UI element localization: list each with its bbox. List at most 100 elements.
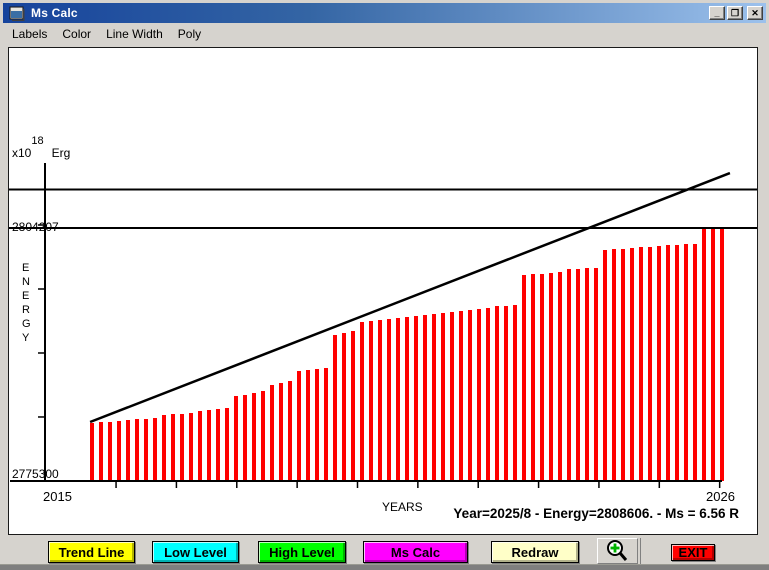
energy-bar: [405, 317, 409, 481]
energy-bar: [441, 313, 445, 481]
title-bar[interactable]: Ms Calc _ ❐ ✕: [3, 3, 766, 23]
energy-bar: [720, 228, 724, 481]
y-unit-erg: Erg: [51, 146, 71, 160]
energy-bar: [477, 309, 481, 481]
maximize-button[interactable]: ❐: [727, 6, 743, 20]
energy-bar: [585, 268, 589, 481]
energy-bar: [513, 305, 517, 481]
menu-item-labels[interactable]: Labels: [12, 27, 47, 41]
energy-bar: [351, 331, 355, 481]
energy-bar: [216, 409, 220, 481]
minimize-button[interactable]: _: [709, 6, 725, 20]
energy-bar: [657, 246, 661, 481]
menu-item-color[interactable]: Color: [62, 27, 91, 41]
energy-bar: [621, 249, 625, 481]
x-axis-title: YEARS: [382, 500, 423, 514]
energy-bar: [126, 420, 130, 481]
energy-bar: [243, 395, 247, 481]
energy-bar: [648, 247, 652, 481]
energy-bar: [504, 306, 508, 481]
energy-bar: [549, 273, 553, 481]
y-axis-min-label: 2775300: [12, 467, 59, 481]
energy-bar: [468, 310, 472, 481]
energy-bar: [531, 274, 535, 481]
energy-bar: [495, 306, 499, 481]
energy-bar: [162, 415, 166, 481]
energy-bar: [576, 269, 580, 481]
energy-bar: [639, 247, 643, 481]
energy-bar: [261, 391, 265, 481]
energy-bar: [153, 418, 157, 481]
trend-line-button[interactable]: Trend Line: [48, 541, 135, 563]
energy-bar: [270, 385, 274, 481]
y-unit-exponent: 18: [31, 135, 44, 147]
energy-bar: [387, 319, 391, 481]
energy-bar: [171, 414, 175, 481]
energy-bar: [369, 321, 373, 481]
energy-bar: [225, 408, 229, 481]
energy-bar: [378, 320, 382, 481]
energy-bar: [432, 314, 436, 481]
status-readout: Year=2025/8 - Energy=2808606. - Ms = 6.5…: [453, 506, 739, 521]
energy-bar: [612, 249, 616, 481]
energy-bar: [99, 422, 103, 481]
menu-bar: Labels Color Line Width Poly: [3, 24, 766, 44]
energy-bar: [567, 269, 571, 481]
energy-bar: [459, 311, 463, 481]
energy-bar: [252, 393, 256, 481]
energy-bar: [207, 410, 211, 481]
close-button[interactable]: ✕: [747, 6, 763, 20]
magnifier-plus-icon: [606, 540, 627, 561]
toolbar-divider: [640, 538, 641, 564]
energy-bar: [180, 414, 184, 481]
low-level-button[interactable]: Low Level: [152, 541, 239, 563]
exit-button[interactable]: EXIT: [671, 544, 715, 561]
energy-bar-chart: [9, 163, 757, 488]
energy-bar: [189, 413, 193, 481]
zoom-button[interactable]: [597, 538, 638, 564]
energy-bar: [315, 369, 319, 481]
menu-item-line-width[interactable]: Line Width: [106, 27, 163, 41]
energy-bar: [297, 371, 301, 481]
energy-bar: [594, 268, 598, 481]
window-title: Ms Calc: [31, 6, 78, 20]
energy-bar: [522, 275, 526, 481]
energy-bar: [279, 383, 283, 481]
energy-bar: [675, 245, 679, 481]
energy-bar: [117, 421, 121, 481]
energy-bar: [450, 312, 454, 481]
app-window: Ms Calc _ ❐ ✕ Labels Color Line Width Po…: [0, 0, 769, 570]
energy-bar: [360, 322, 364, 481]
energy-bar: [342, 333, 346, 481]
window-controls: _ ❐ ✕: [709, 6, 763, 20]
energy-bar: [603, 250, 607, 481]
low-level-value-label: 2804207: [12, 220, 59, 234]
energy-bar: [693, 244, 697, 481]
menu-item-poly[interactable]: Poly: [178, 27, 201, 41]
energy-bar: [333, 335, 337, 481]
energy-bar: [135, 419, 139, 481]
energy-bar: [423, 315, 427, 481]
energy-bar: [288, 381, 292, 481]
energy-bar: [414, 316, 418, 481]
energy-bar: [144, 419, 148, 481]
energy-bar: [486, 308, 490, 481]
energy-bar: [198, 411, 202, 481]
energy-bar: [324, 368, 328, 481]
redraw-button[interactable]: Redraw: [491, 541, 579, 563]
high-level-button[interactable]: High Level: [258, 541, 346, 563]
energy-bar: [306, 370, 310, 481]
energy-bar: [702, 228, 706, 481]
energy-bar: [540, 274, 544, 481]
y-axis-unit-label: x1018 Erg: [12, 135, 70, 160]
window-bottom-edge: [0, 564, 769, 570]
energy-bar: [108, 422, 112, 481]
ms-calc-button[interactable]: Ms Calc: [363, 541, 468, 563]
energy-bar: [666, 245, 670, 481]
energy-bar: [711, 228, 715, 481]
app-icon: [9, 6, 25, 21]
x-axis-start-label: 2015: [43, 489, 72, 504]
y-unit-multiplier: x10: [12, 146, 32, 160]
x-axis-end-label: 2026: [706, 489, 735, 504]
energy-bar: [684, 244, 688, 481]
